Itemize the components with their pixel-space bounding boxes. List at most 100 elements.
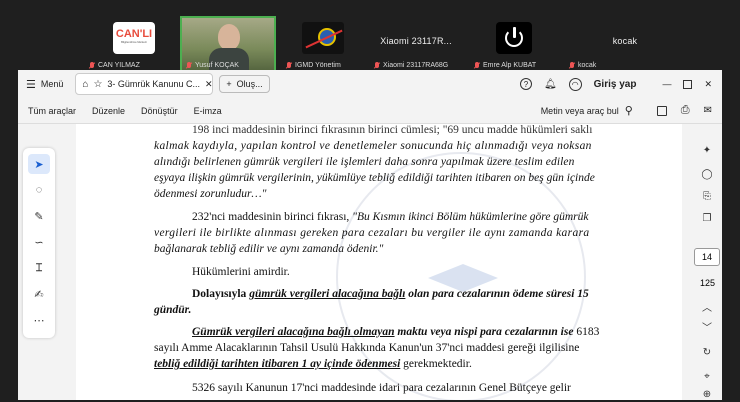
- menu-convert[interactable]: Dönüştür: [133, 106, 186, 116]
- participant-tile-igmd[interactable]: IGMD Yönetim: [282, 14, 366, 70]
- canli-logo-subtext: Bilgilendirme Merkezi: [121, 40, 147, 44]
- doc-text: gümrük vergileri alacağına bağlı: [249, 288, 406, 300]
- help-icon[interactable]: ?: [519, 78, 532, 90]
- plus-icon: +: [226, 79, 232, 89]
- menu-edit[interactable]: Düzenle: [84, 106, 133, 116]
- mic-muted-icon: [89, 62, 95, 69]
- doc-text: Gümrük vergileri alacağına bağlı olmayan: [192, 326, 395, 338]
- sign-in-button[interactable]: Giriş yap: [594, 79, 637, 90]
- participant-tile-kocak[interactable]: kocak kocak: [565, 14, 645, 70]
- participant-name: CAN YILMAZ: [98, 62, 140, 69]
- doc-line: 198 inci maddesinin birinci fıkrasının b…: [192, 124, 593, 136]
- doc-text: 232'nci maddesinin birinci fıkrası,: [192, 211, 353, 223]
- document-tab-label: 3- Gümrük Kanunu C...: [107, 79, 200, 89]
- menu-esign[interactable]: E-imza: [186, 106, 230, 116]
- maximize-icon[interactable]: [683, 79, 693, 89]
- participant-name: IGMD Yönetim: [295, 62, 341, 69]
- close-window-icon[interactable]: ✕: [704, 79, 712, 90]
- mic-muted-icon: [286, 62, 292, 69]
- pages-icon[interactable]: ❐: [699, 210, 715, 226]
- search-tools-label: Metin veya araç bul: [540, 105, 619, 116]
- page-count: 125: [699, 278, 716, 288]
- mic-muted-icon: [474, 62, 480, 69]
- bookmark-icon[interactable]: ⎘: [699, 188, 715, 204]
- page-number-box[interactable]: 14: [694, 248, 720, 266]
- bell-icon[interactable]: 🔔︎: [544, 79, 557, 90]
- doc-text: Dolayısıyla: [192, 288, 250, 300]
- select-tool-icon[interactable]: ➤: [28, 154, 50, 174]
- participant-name: Yusuf KOÇAK: [195, 62, 239, 69]
- participant-tile-can-yilmaz[interactable]: CAN'LI Bilgilendirme Merkezi CAN YILMAZ: [85, 14, 177, 70]
- doc-line: 232'nci maddesinin birinci fıkrası, "Bu …: [192, 211, 588, 223]
- doc-line: 5326 sayılı Kanunun 17'nci maddesinde id…: [192, 382, 571, 394]
- canli-logo-text: CAN'LI: [115, 28, 153, 40]
- participant-tile-yusuf-kocak[interactable]: Yusuf KOÇAK: [180, 16, 276, 72]
- comment-icon[interactable]: ◯: [699, 166, 715, 182]
- search-icon: ⚲: [624, 105, 633, 117]
- annotation-toolbar: ➤ ◌ ✎ ∽ ⌶ ✍ ⋯: [23, 148, 55, 338]
- new-tab-button[interactable]: + Oluş...: [219, 75, 270, 93]
- power-icon: [496, 22, 532, 54]
- tab-bar: ☰ Menü ⌂ ☆ 3- Gümrük Kanunu C... ✕ + Olu…: [18, 70, 722, 98]
- doc-line: Hükümlerini amirdir.: [192, 266, 290, 278]
- sign-tool-icon[interactable]: ✍: [28, 284, 50, 304]
- doc-line: Gümrük vergileri alacağına bağlı olmayan…: [192, 326, 599, 338]
- mic-muted-icon: [186, 62, 192, 69]
- scroll-up-icon[interactable]: ︿: [699, 298, 715, 314]
- right-sidebar: ✦ ◯ ⎘ ❐ 14 125 ︿ ﹀ ↻ ⌖ ⊕: [693, 124, 722, 400]
- more-tools-icon[interactable]: ⋯: [28, 310, 50, 330]
- star-icon[interactable]: ☆: [93, 79, 102, 90]
- pen-tool-icon[interactable]: ✎: [28, 206, 50, 226]
- igmd-logo: [302, 22, 344, 54]
- main-toolbar: Tüm araçlar Düzenle Dönüştür E-imza Meti…: [18, 98, 722, 124]
- document-tab[interactable]: ⌂ ☆ 3- Gümrük Kanunu C... ✕: [75, 73, 214, 95]
- doc-line: ödenmesi zorunludur…": [154, 188, 267, 200]
- doc-text: gerekmektedir.: [400, 358, 472, 370]
- search-tools-field[interactable]: Metin veya araç bul ⚲: [541, 104, 633, 117]
- comment-tool-icon[interactable]: ◌: [28, 180, 50, 200]
- participant-tile-title: kocak: [612, 36, 638, 46]
- doc-line: alındığı belirlenen gümrük vergileri ile…: [154, 156, 575, 168]
- participant-name: Emre Alp KUBAT: [483, 62, 537, 69]
- video-call-strip: CAN'LI Bilgilendirme Merkezi CAN YILMAZ …: [0, 0, 740, 72]
- doc-line: vergileri ile birlikte alınması gereken …: [154, 227, 590, 239]
- doc-line: tebliğ edildiği tarihten itibaren 1 ay i…: [154, 358, 472, 370]
- scroll-down-icon[interactable]: ﹀: [699, 318, 715, 334]
- doc-line: eşyaya ilişkin gümrük vergilerinin, yükü…: [154, 172, 595, 184]
- participant-tile-emre-alp-kubat[interactable]: Emre Alp KUBAT: [470, 14, 562, 70]
- doc-text: maktu veya nispi para cezalarının ise: [394, 326, 574, 338]
- save-icon[interactable]: [656, 105, 667, 116]
- ai-assistant-icon[interactable]: ✦: [699, 142, 715, 158]
- fit-page-icon[interactable]: ⌖: [699, 368, 715, 384]
- new-tab-label: Oluş...: [236, 79, 263, 89]
- participant-name: kocak: [578, 62, 597, 69]
- close-tab-icon[interactable]: ✕: [205, 79, 213, 90]
- text-box-tool-icon[interactable]: ⌶: [28, 258, 50, 278]
- freehand-tool-icon[interactable]: ∽: [28, 232, 50, 252]
- mic-muted-icon: [569, 62, 575, 69]
- menu-button[interactable]: ☰ Menü: [18, 73, 69, 95]
- doc-text: "Bu Kısmın ikinci Bölüm hükümlerine göre…: [352, 211, 589, 223]
- print-icon[interactable]: ⎙: [681, 104, 690, 117]
- email-icon[interactable]: ✉: [704, 105, 712, 116]
- doc-text: olan para cezalarının ödeme süresi 15: [405, 288, 589, 300]
- doc-line: bağlanarak tebliğ edilir ve aynı zamanda…: [154, 243, 384, 255]
- doc-line: Dolayısıyla gümrük vergileri alacağına b…: [192, 288, 589, 300]
- doc-text: 6183: [573, 326, 600, 338]
- doc-line: sayılı Amme Alacaklarının Tahsil Usulü H…: [154, 342, 580, 354]
- participant-tile-xiaomi[interactable]: Xiaomi 23117R... Xiaomi 23117RA68G: [370, 14, 462, 70]
- doc-text: tebliğ edildiği tarihten itibaren 1 ay i…: [154, 358, 401, 370]
- participant-name: Xiaomi 23117RA68G: [383, 62, 449, 69]
- pdf-page[interactable]: 198 inci maddesinin birinci fıkrasının b…: [76, 124, 682, 400]
- menu-label: Menü: [40, 79, 64, 89]
- user-icon[interactable]: ◠: [568, 77, 582, 91]
- home-icon[interactable]: ⌂: [82, 79, 88, 90]
- rotate-icon[interactable]: ↻: [699, 344, 715, 360]
- minimize-icon[interactable]: —: [662, 79, 671, 89]
- hamburger-icon: ☰: [26, 78, 36, 91]
- pdf-reader-window: ☰ Menü ⌂ ☆ 3- Gümrük Kanunu C... ✕ + Olu…: [18, 70, 722, 400]
- participant-tile-title: Xiaomi 23117R...: [380, 36, 452, 46]
- doc-line: kalmak kaydıyla, yapılan kontrol ve dene…: [154, 140, 592, 152]
- doc-line: gündür.: [154, 304, 192, 316]
- menu-all-tools[interactable]: Tüm araçlar: [18, 106, 84, 116]
